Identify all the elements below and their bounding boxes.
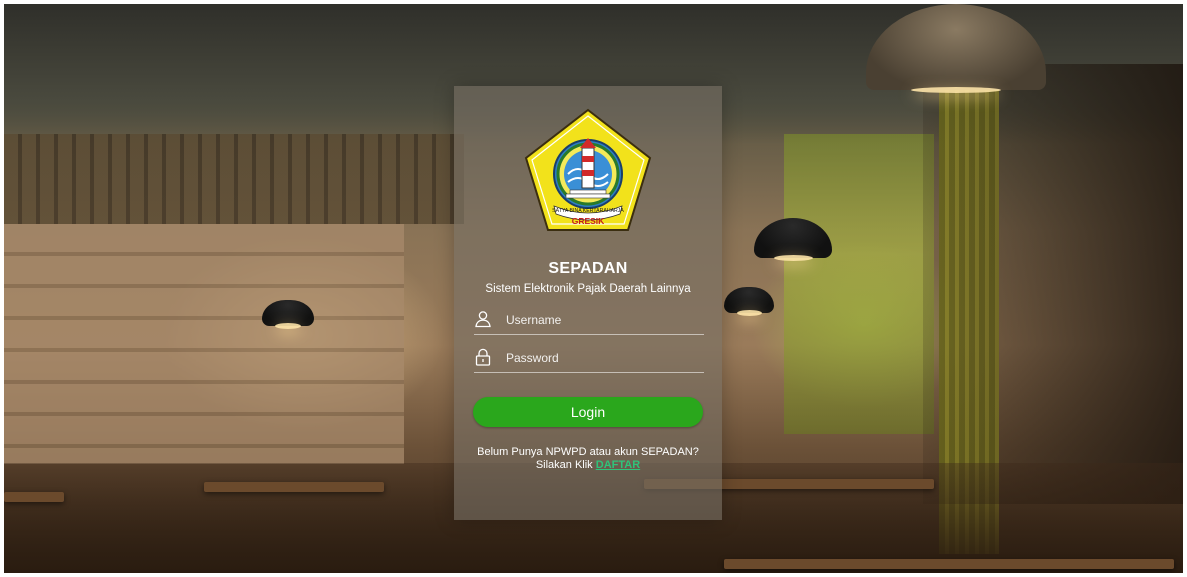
password-input[interactable]: [506, 346, 702, 370]
username-input[interactable]: [506, 308, 702, 332]
background-wall: [4, 224, 404, 464]
background-table: [204, 482, 384, 492]
logo-region-name: GRESIK: [572, 216, 605, 226]
register-link[interactable]: DAFTAR: [596, 459, 640, 471]
gresik-emblem-logo: SATYA BINA KERTARAHARJA GRESIK: [524, 108, 652, 231]
pendant-lamp: [724, 287, 774, 316]
lock-icon: [475, 348, 491, 366]
background-shelves: [923, 64, 1183, 504]
app-subtitle: Sistem Elektronik Pajak Daerah Lainnya: [485, 283, 691, 295]
background-table: [4, 492, 64, 502]
register-action-line: Silakan Klik DAFTAR: [454, 459, 722, 472]
app-title: SEPADAN: [548, 260, 628, 277]
logo-motto-text: SATYA BINA KERTARAHARJA: [552, 208, 624, 214]
register-question: Belum Punya NPWPD atau akun SEPADAN?: [477, 446, 699, 458]
background-green-wall: [784, 134, 934, 434]
user-icon: [475, 311, 491, 328]
background-table: [724, 559, 1174, 569]
background-wood-beam: [4, 134, 464, 224]
pendant-lamp: [262, 300, 314, 329]
password-field: [474, 346, 704, 373]
login-panel: SATYA BINA KERTARAHARJA GRESIK SEPADAN S…: [454, 86, 722, 520]
register-prompt: Belum Punya NPWPD atau akun SEPADAN? Sil…: [454, 446, 722, 472]
login-button[interactable]: Login: [473, 397, 703, 427]
register-action-prefix: Silakan Klik: [535, 459, 593, 471]
username-field: [474, 308, 704, 335]
